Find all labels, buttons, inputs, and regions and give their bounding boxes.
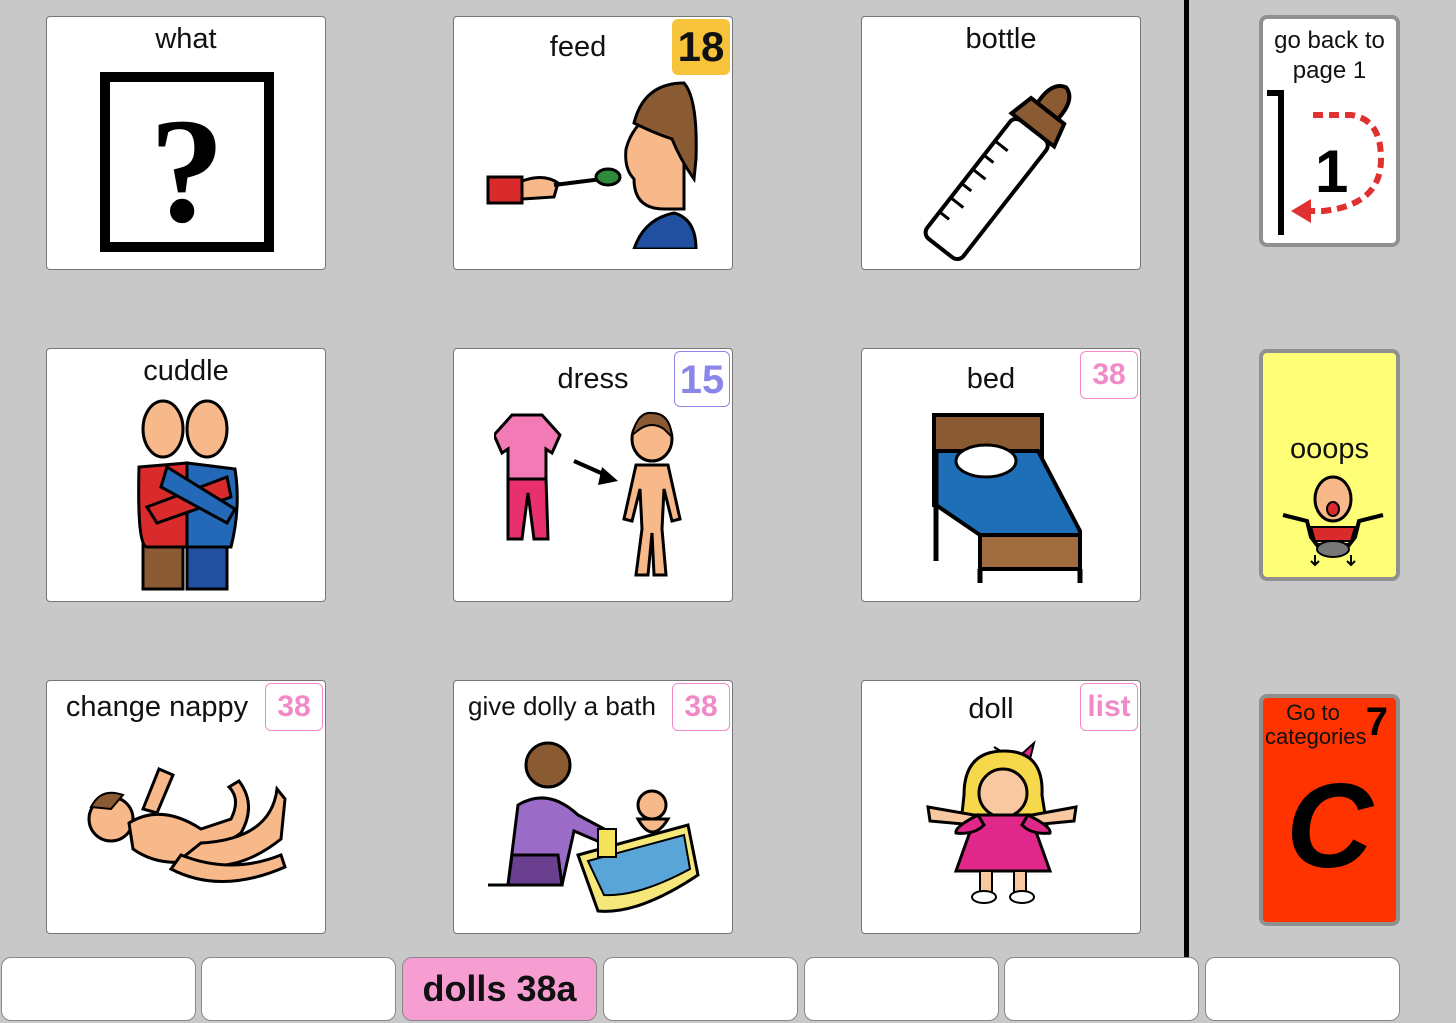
categories-letter-icon: C [1286, 759, 1373, 893]
cell-label: give dolly a bath [468, 691, 656, 721]
page-number: 1 [1315, 138, 1349, 205]
page-badge: 38 [672, 683, 730, 731]
cell-label: change nappy [65, 691, 249, 723]
tab-dolls-38a[interactable]: dolls 38a [402, 957, 597, 1021]
page-badge: 38 [265, 683, 323, 731]
tab-2[interactable] [201, 957, 396, 1021]
bath-icon [488, 741, 700, 913]
svg-text:?: ? [150, 88, 225, 254]
dress-clothes-icon [494, 411, 682, 577]
bed-icon [932, 413, 1083, 583]
oops-button[interactable]: ooops [1259, 349, 1400, 581]
cell-give-dolly-a-bath[interactable]: give dolly a bath 38 [453, 680, 733, 934]
tab-5[interactable] [804, 957, 999, 1021]
go-back-label-2: page 1 [1292, 57, 1367, 84]
tab-6[interactable] [1004, 957, 1199, 1021]
cell-what[interactable]: what ? [46, 16, 326, 270]
cell-change-nappy[interactable]: change nappy 38 [46, 680, 326, 934]
page-badge: 18 [672, 19, 730, 75]
tab-4[interactable] [603, 957, 798, 1021]
oops-face-icon [1282, 475, 1384, 567]
cell-feed[interactable]: feed 18 [453, 16, 733, 270]
change-nappy-icon [87, 767, 287, 883]
divider-line [1184, 0, 1189, 958]
categories-label-2: categories [1265, 724, 1367, 749]
cell-bed[interactable]: bed 38 [861, 348, 1141, 602]
question-mark-icon: ? [100, 72, 274, 254]
categories-label: Go to [1286, 700, 1340, 725]
cuddle-icon [137, 399, 239, 591]
cell-label: feed [549, 31, 607, 63]
categories-number: 7 [1365, 700, 1388, 744]
tab-1[interactable] [1, 957, 196, 1021]
baby-bottle-icon [923, 84, 1072, 262]
cell-label: bottle [965, 23, 1037, 55]
feeding-spoon-icon [486, 81, 698, 249]
oops-label: ooops [1289, 433, 1369, 465]
list-badge: list [1080, 683, 1138, 731]
cell-bottle[interactable]: bottle [861, 16, 1141, 270]
cell-doll[interactable]: doll list [861, 680, 1141, 934]
page-badge: 38 [1080, 351, 1138, 399]
go-back-page-1-button[interactable]: go back to page 1 1 [1259, 15, 1400, 247]
go-back-label: go back to [1274, 27, 1385, 54]
cell-dress[interactable]: dress 15 [453, 348, 733, 602]
doll-icon [926, 740, 1078, 904]
go-to-categories-button[interactable]: Go to categories 7 C [1259, 694, 1400, 926]
cell-label: what [155, 23, 217, 55]
cell-cuddle[interactable]: cuddle [46, 348, 326, 602]
page-badge: 15 [674, 351, 730, 407]
cell-label: cuddle [143, 355, 229, 387]
tab-7[interactable] [1205, 957, 1400, 1021]
